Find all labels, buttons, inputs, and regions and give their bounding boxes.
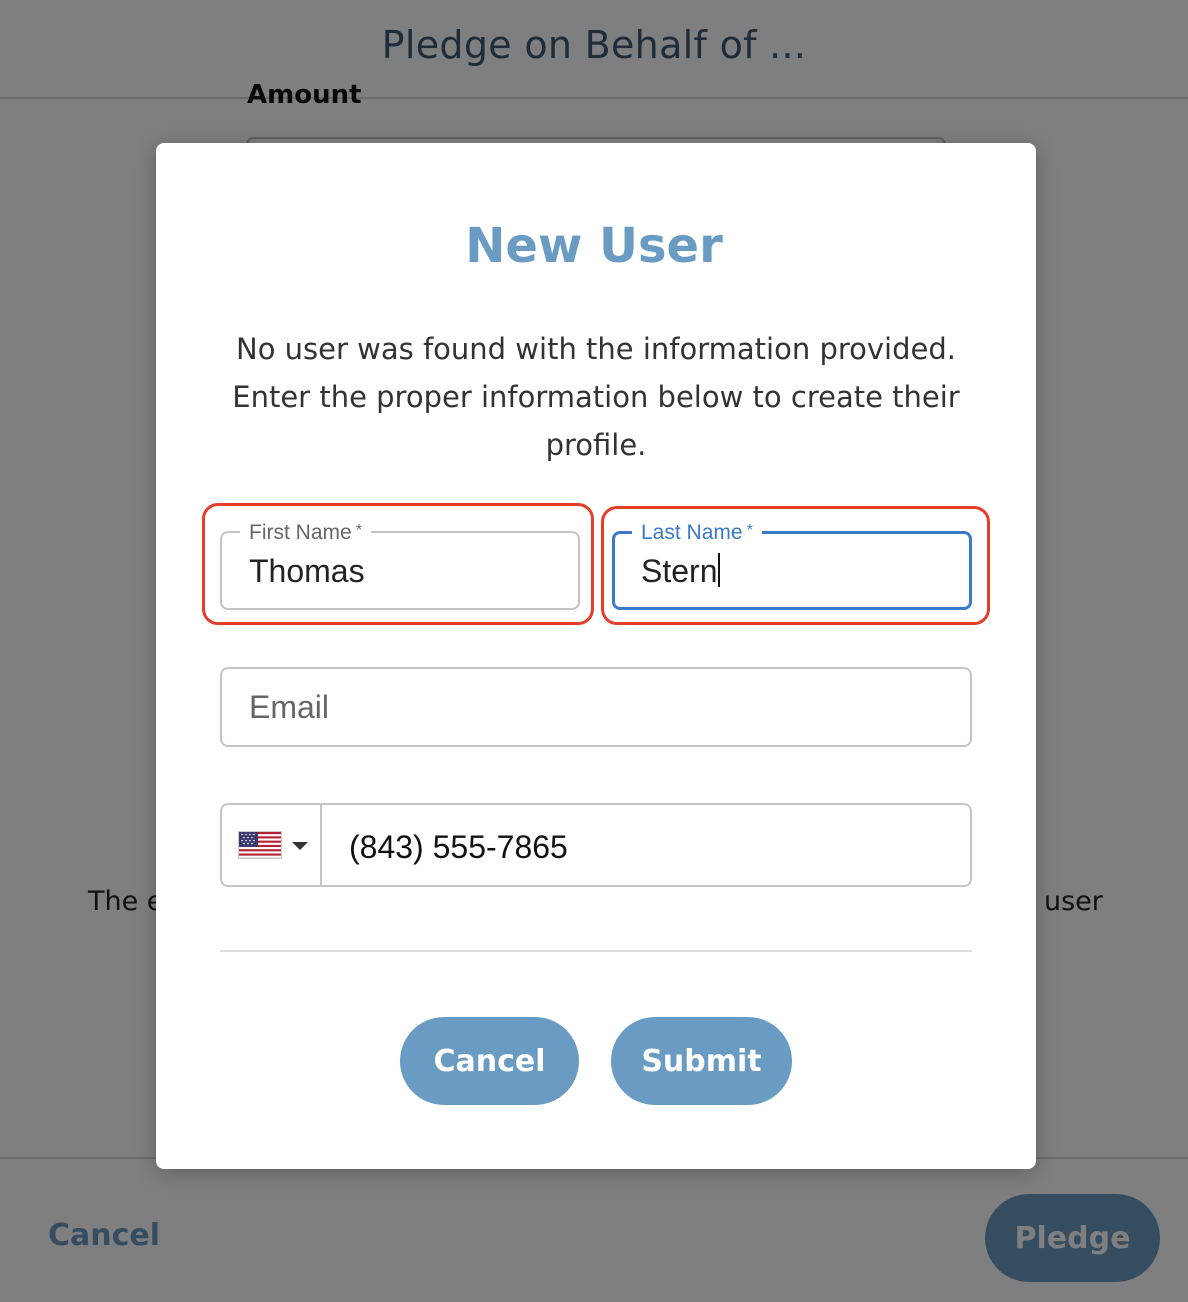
us-flag-icon [238,831,282,859]
divider [220,950,972,952]
phone-field[interactable]: (843) 555-7865 [220,803,972,887]
text-cursor [718,553,721,587]
dialog-title: New User [465,218,723,274]
new-user-dialog [156,143,1036,1169]
submit-button[interactable]: Submit [611,1017,792,1105]
email-placeholder: Email [249,689,330,725]
first-name-label: First Name * [240,519,372,545]
phone-value[interactable]: (843) 555-7865 [349,828,568,866]
last-name-value[interactable]: Stern [641,552,721,590]
country-code-select[interactable] [222,805,322,885]
last-name-field[interactable]: Last Name * Stern [612,519,972,610]
email-field[interactable]: Email [220,667,972,747]
chevron-down-icon[interactable] [292,842,308,850]
last-name-label: Last Name * [632,519,762,545]
dialog-message: No user was found with the information p… [232,332,960,462]
first-name-value[interactable]: Thomas [249,552,365,590]
first-name-field[interactable]: First Name * Thomas [220,519,580,610]
cancel-button[interactable]: Cancel [400,1017,579,1105]
